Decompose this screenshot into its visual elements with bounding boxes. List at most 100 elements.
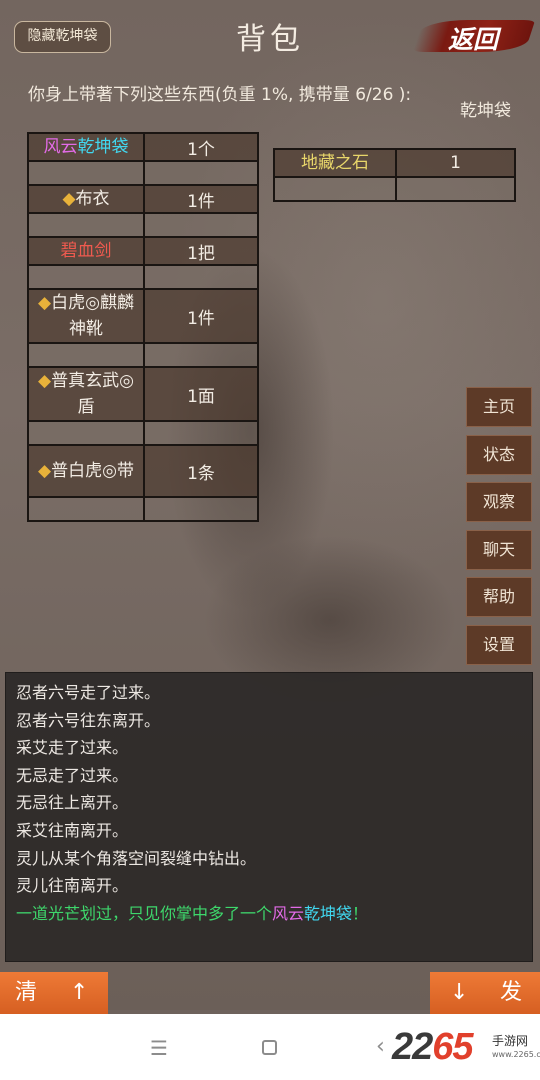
empty-cell (26, 420, 146, 446)
carry-summary: 你身上带著下列这些东西(负重 1%, 携带量 6/26 ): (28, 85, 412, 105)
inventory-table-right: 地藏之石 1 (272, 148, 516, 202)
inventory-row[interactable]: ◆白虎◎麒麟神靴 1件 (26, 288, 259, 344)
back-button[interactable]: 返回 (412, 14, 536, 58)
back-icon[interactable]: ‹ (376, 1034, 385, 1059)
empty-cell (272, 176, 398, 202)
item-name[interactable]: ◆白虎◎麒麟神靴 (26, 288, 146, 344)
item-name[interactable]: 地藏之石 (272, 148, 398, 178)
empty-cell (143, 160, 259, 186)
inventory-row[interactable]: ◆布衣 1件 (26, 184, 259, 214)
empty-cell (143, 264, 259, 290)
watermark-site: 手游网 (492, 1034, 529, 1048)
text-fragment: 忍者六号往东离开。 (16, 710, 161, 730)
inventory-table-left: 风云乾坤袋 1个 ◆布衣 1件 碧血剑 1把 ◆白虎◎麒麟神靴 1件 ◆普真玄武◎盾 1面 ◆普白虎… (26, 132, 259, 522)
watermark-url: www.2265.com (492, 1050, 540, 1059)
text-fragment: 采艾走了过来。 (16, 738, 129, 758)
side-menu-status-button[interactable]: 状态 (466, 434, 532, 475)
inventory-spacer-row (26, 212, 259, 238)
item-quantity: 1件 (143, 184, 259, 214)
empty-cell (143, 420, 259, 446)
item-quantity: 1条 (143, 444, 259, 498)
side-menu-settings-button[interactable]: 设置 (466, 625, 532, 665)
inventory-row[interactable]: 碧血剑 1把 (26, 236, 259, 266)
text-fragment: 布衣 (75, 189, 110, 209)
empty-cell (143, 496, 259, 522)
log-line: 忍者六号往东离开。 (16, 707, 522, 735)
text-fragment: 灵儿从某个角落空间裂缝中钻出。 (16, 848, 257, 868)
item-quantity: 1面 (143, 366, 259, 422)
item-quantity: 1 (395, 148, 516, 178)
text-fragment: 白虎◎麒麟神靴 (51, 293, 134, 339)
text-fragment: 乾坤袋 (304, 903, 353, 923)
log-line: 无忌走了过来。 (16, 762, 522, 790)
text-fragment: ◆ (38, 371, 52, 391)
item-name[interactable]: ◆布衣 (26, 184, 146, 214)
empty-cell (143, 342, 259, 368)
bottom-right-controls: ↓ 发 (430, 972, 540, 1014)
inventory-row[interactable]: ◆普真玄武◎盾 1面 (26, 366, 259, 422)
inventory-spacer-row (26, 160, 259, 186)
text-fragment: 普白虎◎带 (51, 461, 134, 481)
inventory-spacer-row (26, 496, 259, 522)
empty-cell (143, 212, 259, 238)
text-fragment: ！ (352, 903, 369, 923)
log-line: 一道光芒划过，只见你掌中多了一个风云乾坤袋！ (16, 900, 522, 928)
inventory-spacer-row (26, 264, 259, 290)
bag-link[interactable]: 乾坤袋 (460, 96, 511, 121)
log-line: 灵儿从某个角落空间裂缝中钻出。 (16, 845, 522, 873)
log-line: 灵儿往南离开。 (16, 872, 522, 900)
clear-button[interactable]: 清 (15, 972, 37, 1014)
item-name[interactable]: ◆普真玄武◎盾 (26, 366, 146, 422)
text-fragment: 采艾往南离开。 (16, 820, 129, 840)
text-fragment: 地藏之石 (301, 153, 370, 173)
text-fragment: 无忌往上离开。 (16, 793, 129, 813)
text-fragment: 普真玄武◎盾 (51, 371, 134, 417)
inventory-row[interactable]: 地藏之石 1 (272, 148, 516, 178)
watermark-logo: 2265 手游网 www.2265.com (392, 1026, 540, 1070)
inventory-row[interactable]: ◆普白虎◎带 1条 (26, 444, 259, 498)
empty-cell (26, 212, 146, 238)
text-fragment: ◆ (38, 461, 52, 481)
side-menu-observe-button[interactable]: 观察 (466, 482, 532, 523)
side-menu-home-button[interactable]: 主页 (466, 387, 532, 427)
text-fragment: 风云 (43, 137, 78, 157)
item-quantity: 1件 (143, 288, 259, 344)
bottom-left-controls: 清 ↑ (0, 972, 108, 1014)
send-button[interactable]: 发 (500, 972, 522, 1014)
log-line: 采艾走了过来。 (16, 734, 522, 762)
item-name[interactable]: 碧血剑 (26, 236, 146, 266)
log-line: 采艾往南离开。 (16, 817, 522, 845)
inventory-spacer-row (26, 342, 259, 368)
text-fragment: 灵儿往南离开。 (16, 876, 129, 896)
text-fragment: ◆ (62, 189, 76, 209)
text-fragment: 无忌走了过来。 (16, 765, 129, 785)
item-name[interactable]: 风云乾坤袋 (26, 132, 146, 162)
back-button-label: 返回 (448, 25, 499, 54)
log-line: 忍者六号走了过来。 (16, 679, 522, 707)
side-menu-chat-button[interactable]: 聊天 (466, 529, 532, 570)
menu-icon[interactable]: ☰ (150, 1036, 168, 1060)
empty-cell (395, 176, 516, 202)
item-quantity: 1把 (143, 236, 259, 266)
empty-cell (26, 496, 146, 522)
side-menu-help-button[interactable]: 帮助 (466, 577, 532, 618)
scroll-down-button[interactable]: ↓ (450, 972, 468, 1014)
message-log[interactable]: 忍者六号走了过来。 忍者六号往东离开。 采艾走了过来。 无忌走了过来。 无忌往上离开。采… (5, 672, 533, 962)
text-fragment: 乾坤袋 (77, 137, 129, 157)
empty-cell (26, 160, 146, 186)
text-fragment: 忍者六号走了过来。 (16, 683, 161, 702)
inventory-row[interactable]: 风云乾坤袋 1个 (26, 132, 259, 162)
log-line: 无忌往上离开。 (16, 789, 522, 817)
scroll-up-button[interactable]: ↑ (70, 972, 88, 1014)
empty-cell (26, 342, 146, 368)
text-fragment: 一道光芒划过，只见你掌中多了一个 (16, 903, 273, 923)
inventory-spacer-row (26, 420, 259, 446)
inventory-spacer-row (272, 176, 516, 202)
item-quantity: 1个 (143, 132, 259, 162)
home-icon[interactable] (262, 1040, 277, 1055)
text-fragment: ◆ (38, 293, 52, 313)
item-name[interactable]: ◆普白虎◎带 (26, 444, 146, 498)
watermark-brand: 2265 (392, 1026, 474, 1068)
empty-cell (26, 264, 146, 290)
text-fragment: 风云 (272, 903, 305, 923)
